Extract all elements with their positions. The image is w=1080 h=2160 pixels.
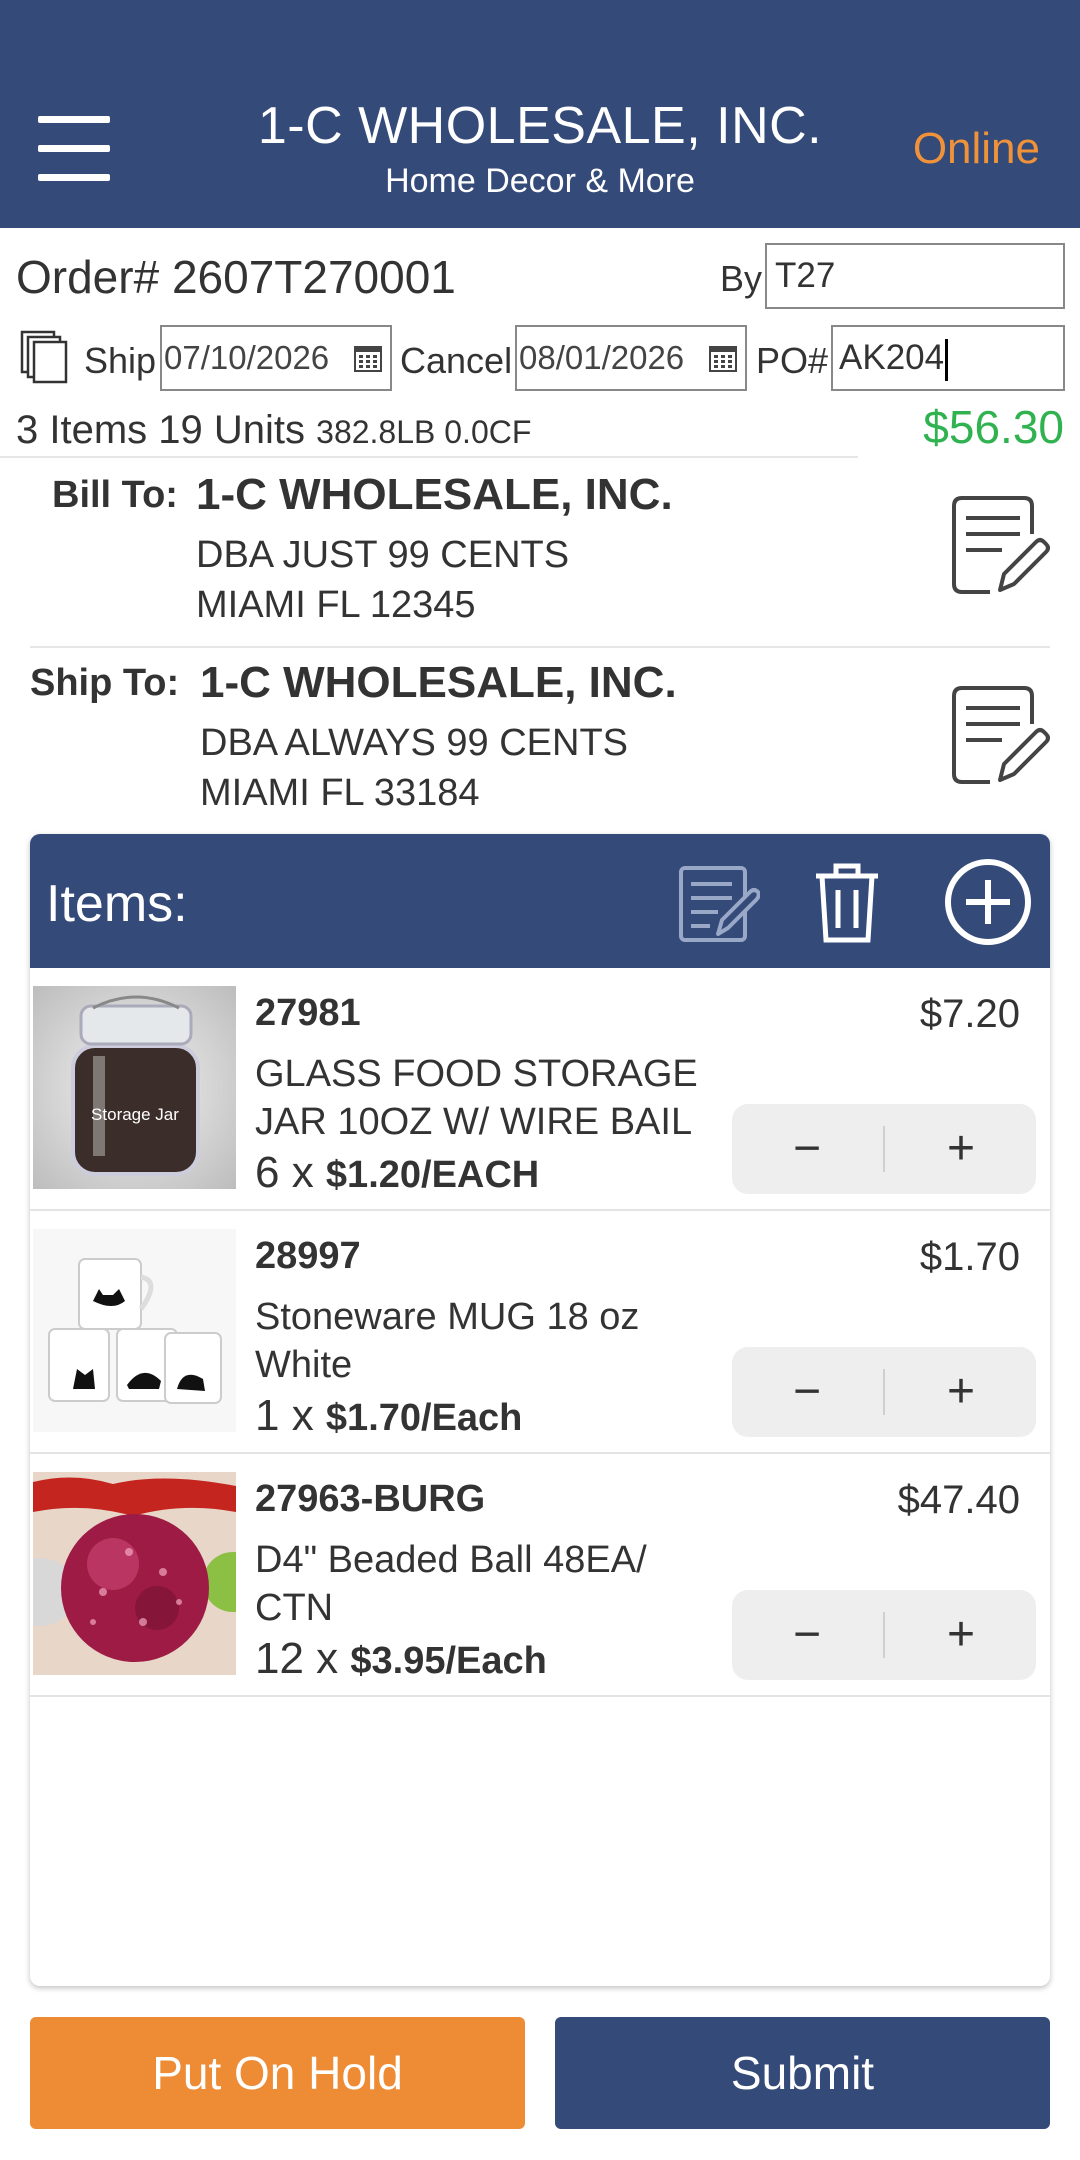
item-description: D4" Beaded Ball 48EA/ CTN <box>255 1539 647 1629</box>
po-label: PO# <box>756 340 829 381</box>
item-description: Stoneware MUG 18 oz White <box>255 1296 640 1386</box>
item-price: $7.20 <box>919 992 1020 1036</box>
increase-button[interactable]: + <box>886 1104 1036 1194</box>
item-quantity-line: 6 x $1.20/EACH <box>255 1148 539 1198</box>
item-sku: 28997 <box>255 1235 361 1277</box>
decrease-button[interactable]: − <box>732 1104 882 1194</box>
increase-button[interactable]: + <box>886 1590 1036 1680</box>
quantity-stepper: − + <box>732 1347 1036 1437</box>
item-quantity-line: 1 x $1.70/Each <box>255 1391 522 1441</box>
edit-bill-to-icon[interactable] <box>950 494 1050 598</box>
ship-date-input[interactable]: 07/10/2026 <box>160 325 392 391</box>
items-title: Items: <box>46 875 188 933</box>
text-caret <box>945 338 949 381</box>
item-sku: 27963-BURG <box>255 1478 486 1520</box>
quantity-stepper: − + <box>732 1590 1036 1680</box>
decrease-button[interactable]: − <box>732 1347 882 1437</box>
cancel-date-value: 08/01/2026 <box>519 339 685 376</box>
calendar-icon[interactable] <box>709 346 737 372</box>
jar-label: Storage Jar <box>91 1105 179 1124</box>
po-value: AK204 <box>839 338 945 377</box>
copy-icon[interactable] <box>20 330 68 384</box>
list-item[interactable]: 27963-BURG D4" Beaded Ball 48EA/ CTN 12 … <box>30 1454 1050 1697</box>
item-qty: 12 x <box>255 1634 351 1683</box>
divider <box>0 456 858 458</box>
stepper-divider <box>883 1369 885 1415</box>
order-total: $56.30 <box>923 401 1064 453</box>
item-image-storage-jar: Storage Jar <box>33 986 236 1189</box>
add-item-icon[interactable] <box>944 858 1032 946</box>
ship-to-name: 1-C WHOLESALE, INC. <box>200 658 677 707</box>
order-summary: 3 Items 19 Units 382.8LB 0.0CF <box>16 408 531 453</box>
item-image-cat-mugs <box>33 1229 236 1432</box>
weight-volume: 382.8LB 0.0CF <box>316 414 532 450</box>
item-price: $1.70 <box>919 1235 1020 1279</box>
ship-label: Ship <box>84 340 157 381</box>
by-input[interactable]: T27 <box>765 243 1065 309</box>
order-number: Order# 2607T270001 <box>16 251 456 303</box>
bill-to-name: 1-C WHOLESALE, INC. <box>196 470 673 519</box>
item-sku: 27981 <box>255 992 361 1034</box>
connection-status: Online <box>912 124 1040 173</box>
ship-to-line2: MIAMI FL 33184 <box>200 772 480 814</box>
stepper-divider <box>883 1126 885 1172</box>
stepper-divider <box>883 1612 885 1658</box>
cancel-label: Cancel <box>400 340 513 381</box>
bill-to-line1: DBA JUST 99 CENTS <box>196 534 570 576</box>
edit-ship-to-icon[interactable] <box>950 684 1050 788</box>
submit-button[interactable]: Submit <box>555 2017 1050 2129</box>
po-input[interactable]: AK204 <box>831 325 1065 391</box>
quantity-stepper: − + <box>732 1104 1036 1194</box>
item-quantity-line: 12 x $3.95/Each <box>255 1634 547 1684</box>
ship-date-value: 07/10/2026 <box>164 339 330 376</box>
app-header: 1-C WHOLESALE, INC. Home Decor & More On… <box>0 0 1080 228</box>
by-label: By <box>720 258 763 299</box>
items-units-count: 3 Items 19 Units <box>16 408 306 452</box>
item-qty: 6 x <box>255 1148 326 1197</box>
item-unit-price: $3.95/Each <box>350 1640 547 1682</box>
item-description: GLASS FOOD STORAGE JAR 10OZ W/ WIRE BAIL <box>255 1053 698 1143</box>
items-header: Items: <box>30 834 1050 968</box>
list-item[interactable]: 28997 Stoneware MUG 18 oz White 1 x $1.7… <box>30 1211 1050 1454</box>
item-unit-price: $1.70/Each <box>325 1397 523 1439</box>
item-image-beaded-ball <box>33 1472 236 1675</box>
ship-to-label: Ship To: <box>30 662 180 704</box>
item-price: $47.40 <box>897 1478 1020 1522</box>
trash-icon[interactable] <box>812 860 882 944</box>
put-on-hold-button[interactable]: Put On Hold <box>30 2017 525 2129</box>
ship-to-line1: DBA ALWAYS 99 CENTS <box>200 722 629 764</box>
bill-to-label: Bill To: <box>52 474 178 516</box>
list-item[interactable]: Storage Jar 27981 GLASS FOOD STORAGE JAR… <box>30 968 1050 1211</box>
decrease-button[interactable]: − <box>732 1590 882 1680</box>
edit-items-icon[interactable] <box>678 860 760 944</box>
item-unit-price: $1.20/EACH <box>325 1154 540 1196</box>
cancel-date-input[interactable]: 08/01/2026 <box>515 325 747 391</box>
item-qty: 1 x <box>255 1391 326 1440</box>
bill-to-line2: MIAMI FL 12345 <box>196 584 476 626</box>
calendar-icon[interactable] <box>354 346 382 372</box>
items-panel: Items: Storage Jar 27981 GLASS FOOD STOR… <box>30 834 1050 1986</box>
divider <box>30 646 1050 648</box>
increase-button[interactable]: + <box>886 1347 1036 1437</box>
